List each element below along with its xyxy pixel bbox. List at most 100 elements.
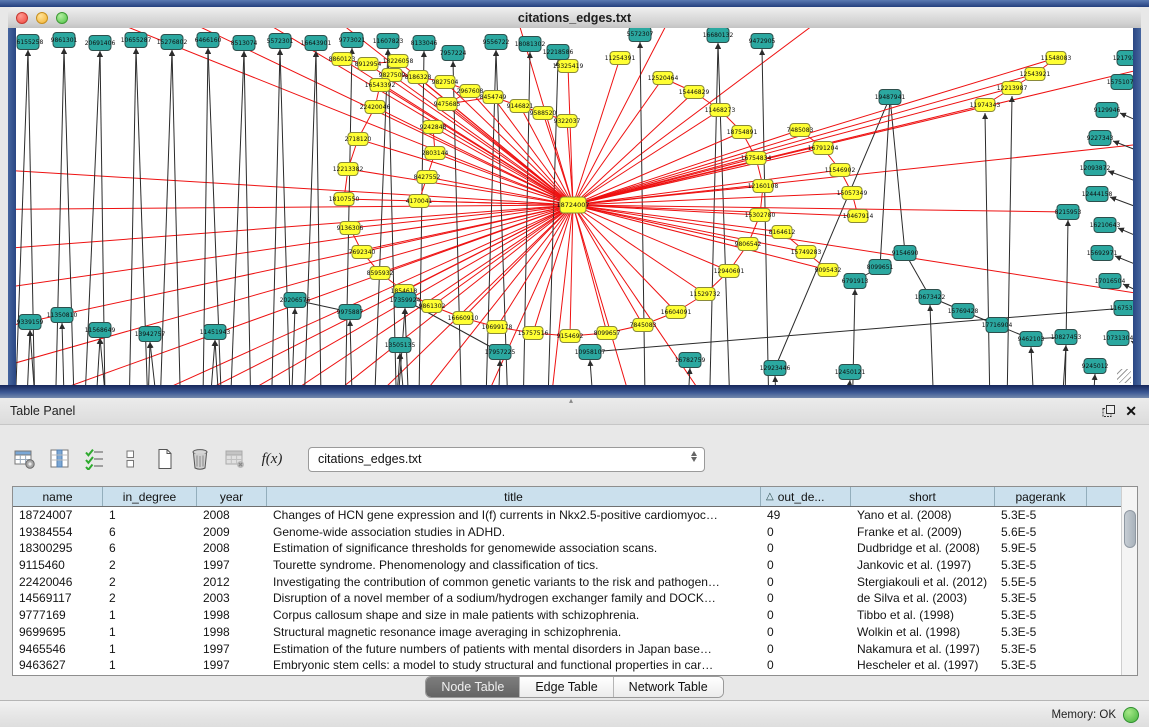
- network-node[interactable]: 10673422: [915, 290, 946, 305]
- network-node[interactable]: 9462103: [1018, 332, 1045, 347]
- table-cell[interactable]: Structural magnetic resonance image aver…: [267, 624, 761, 641]
- table-cell[interactable]: 0: [761, 574, 851, 591]
- table-cell[interactable]: 0: [761, 590, 851, 607]
- network-node[interactable]: 9154690: [892, 246, 919, 261]
- table-cell[interactable]: Wolkin et al. (1998): [851, 624, 995, 641]
- network-node[interactable]: 7485083: [787, 124, 814, 137]
- vertical-scrollbar[interactable]: [1121, 487, 1137, 675]
- network-node[interactable]: 9339159: [17, 315, 44, 330]
- network-node[interactable]: 4170041: [406, 195, 433, 208]
- network-node[interactable]: 15692971: [1087, 246, 1118, 261]
- network-node[interactable]: 8164612: [769, 226, 796, 239]
- network-node[interactable]: 10827453: [1051, 330, 1082, 345]
- network-node[interactable]: 9556722: [483, 35, 510, 50]
- network-node[interactable]: 10699178: [482, 321, 513, 334]
- table-cell[interactable]: Tibbo et al. (1998): [851, 607, 995, 624]
- table-cell[interactable]: Stergiakouli et al. (2012): [851, 574, 995, 591]
- network-node[interactable]: 8860123: [329, 53, 356, 66]
- network-node[interactable]: 11529732: [690, 288, 721, 301]
- network-node[interactable]: 9227343: [1087, 131, 1114, 146]
- network-node[interactable]: 2718120: [345, 133, 372, 146]
- column-header-in_degree[interactable]: in_degree: [103, 487, 197, 506]
- table-cell[interactable]: Investigating the contribution of common…: [267, 574, 761, 591]
- network-node[interactable]: 12218586: [543, 45, 574, 60]
- network-node[interactable]: 11546902: [825, 164, 856, 177]
- network-node[interactable]: 11675331: [1110, 301, 1133, 316]
- network-node[interactable]: 11254391: [605, 52, 636, 65]
- network-node[interactable]: 9129946: [1094, 103, 1121, 118]
- network-node[interactable]: 5572307: [627, 28, 654, 42]
- select-all-button[interactable]: [82, 446, 108, 472]
- network-node[interactable]: 9136306: [337, 222, 364, 235]
- table-cell[interactable]: 2: [103, 574, 197, 591]
- network-node[interactable]: 12213382: [333, 163, 364, 176]
- table-cell[interactable]: 0: [761, 524, 851, 541]
- network-node[interactable]: 6791913: [842, 274, 869, 289]
- table-cell[interactable]: 1997: [197, 657, 267, 674]
- network-node[interactable]: 9588520: [530, 107, 557, 120]
- create-column-button[interactable]: [152, 446, 178, 472]
- table-cell[interactable]: 5.3E-5: [995, 607, 1087, 624]
- network-node[interactable]: 12923446: [760, 361, 791, 376]
- network-node[interactable]: 9975887: [337, 305, 364, 320]
- network-node[interactable]: 5572301: [267, 34, 294, 49]
- network-node[interactable]: 16791204: [808, 142, 839, 155]
- table-cell[interactable]: 9699695: [13, 624, 103, 641]
- network-node[interactable]: 10467914: [843, 210, 874, 223]
- table-cell[interactable]: de Silva et al. (2003): [851, 590, 995, 607]
- network-node[interactable]: 15757516: [518, 327, 549, 340]
- table-cell[interactable]: 1997: [197, 641, 267, 658]
- table-cell[interactable]: 0: [761, 607, 851, 624]
- network-node[interactable]: 18724007: [556, 197, 589, 213]
- table-cell[interactable]: 5.3E-5: [995, 657, 1087, 674]
- table-cell[interactable]: 6: [103, 524, 197, 541]
- memory-status-indicator[interactable]: [1123, 707, 1139, 723]
- network-node[interactable]: 18107550: [329, 193, 360, 206]
- table-cell[interactable]: 1998: [197, 607, 267, 624]
- network-node[interactable]: 15751074: [1107, 75, 1133, 90]
- table-cell[interactable]: 9115460: [13, 557, 103, 574]
- table-cell[interactable]: Estimation of the future numbers of pati…: [267, 641, 761, 658]
- network-node[interactable]: 9095432: [815, 264, 842, 277]
- network-node[interactable]: 8186328: [405, 71, 432, 84]
- network-node[interactable]: 20206576: [280, 293, 311, 308]
- network-node[interactable]: 8454749: [480, 91, 507, 104]
- table-cell[interactable]: Estimation of significance thresholds fo…: [267, 540, 761, 557]
- table-row[interactable]: 1830029562008Estimation of significance …: [13, 540, 1137, 557]
- network-node[interactable]: 13505135: [385, 338, 416, 353]
- network-node[interactable]: 19487941: [875, 90, 906, 105]
- table-cell[interactable]: 18724007: [13, 507, 103, 524]
- network-node[interactable]: 15302780: [745, 209, 776, 222]
- table-cell[interactable]: 5.3E-5: [995, 557, 1087, 574]
- table-cell[interactable]: 5.3E-5: [995, 641, 1087, 658]
- table-cell[interactable]: Changes of HCN gene expression and I(f) …: [267, 507, 761, 524]
- network-node[interactable]: 15749283: [791, 246, 822, 259]
- table-cell[interactable]: 19384554: [13, 524, 103, 541]
- network-node[interactable]: 11468273: [705, 104, 736, 117]
- table-row[interactable]: 2242004622012Investigating the contribut…: [13, 574, 1137, 591]
- network-node[interactable]: 12543921: [1020, 68, 1051, 81]
- network-node[interactable]: 9322037: [554, 115, 581, 128]
- network-node[interactable]: 11568649: [85, 323, 116, 338]
- network-node[interactable]: 11451943: [200, 325, 231, 340]
- table-cell[interactable]: 0: [761, 641, 851, 658]
- network-node[interactable]: 8427552: [414, 171, 441, 184]
- table-cell[interactable]: 2009: [197, 524, 267, 541]
- table-cell[interactable]: Corpus callosum shape and size in male p…: [267, 607, 761, 624]
- table-cell[interactable]: Genome-wide association studies in ADHD.: [267, 524, 761, 541]
- table-cell[interactable]: 0: [761, 540, 851, 557]
- column-header-name[interactable]: name: [13, 487, 103, 506]
- table-cell[interactable]: 5.5E-5: [995, 574, 1087, 591]
- column-header-pagerank[interactable]: pagerank: [995, 487, 1087, 506]
- network-node[interactable]: 8513074: [231, 36, 258, 51]
- table-cell[interactable]: 9777169: [13, 607, 103, 624]
- network-node[interactable]: 7692340: [349, 246, 376, 259]
- table-cell[interactable]: 1: [103, 641, 197, 658]
- table-cell[interactable]: 5.6E-5: [995, 524, 1087, 541]
- column-header-title[interactable]: title: [267, 487, 761, 506]
- network-node[interactable]: 17716904: [982, 318, 1013, 333]
- network-node[interactable]: 16643901: [301, 36, 332, 51]
- table-cell[interactable]: 2: [103, 590, 197, 607]
- table-cell[interactable]: 1: [103, 507, 197, 524]
- float-panel-icon[interactable]: [1102, 405, 1115, 418]
